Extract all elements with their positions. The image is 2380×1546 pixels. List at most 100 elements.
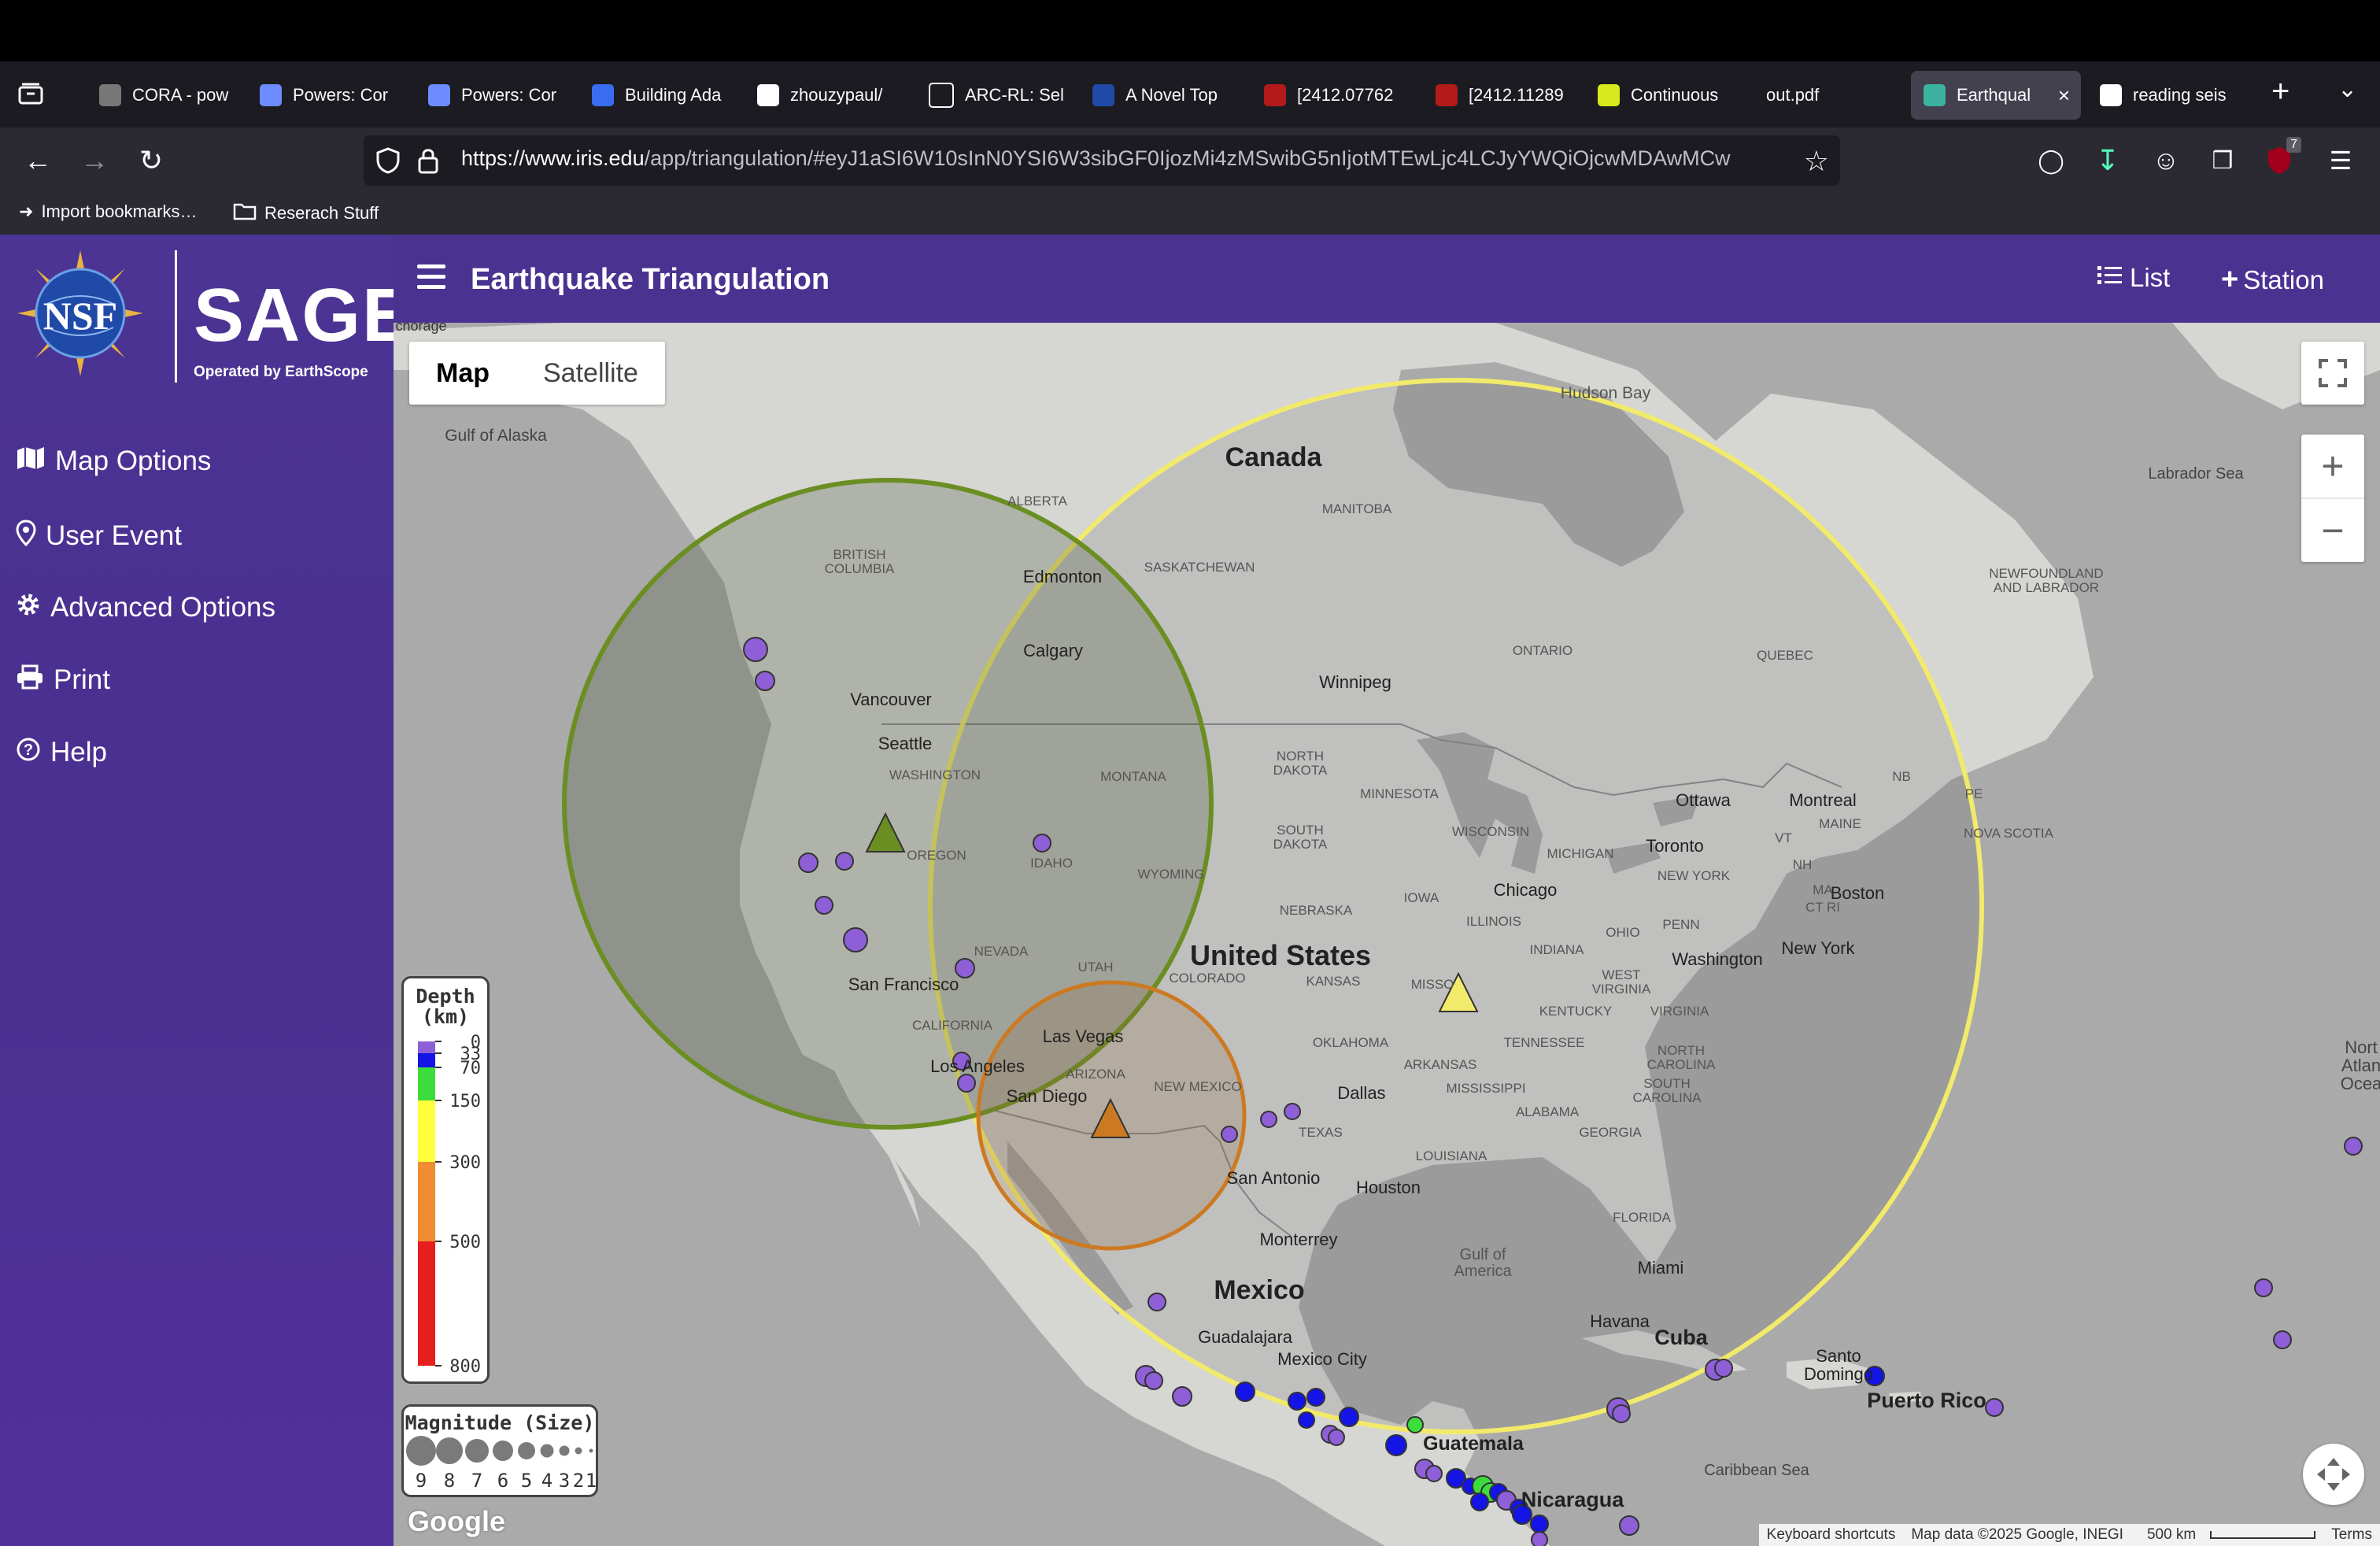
close-tab-icon[interactable]: × xyxy=(2058,83,2070,108)
event-marker[interactable] xyxy=(1385,1434,1407,1456)
event-marker[interactable] xyxy=(1144,1371,1163,1390)
tab-10[interactable]: out.pdf xyxy=(1766,71,1916,120)
event-marker[interactable] xyxy=(1284,1103,1301,1120)
event-marker[interactable] xyxy=(1033,834,1051,853)
map-type-control: Map Satellite xyxy=(409,342,665,405)
event-marker[interactable] xyxy=(1298,1411,1315,1429)
map-type-map-button[interactable]: Map xyxy=(409,342,516,405)
event-marker[interactable] xyxy=(1172,1386,1192,1407)
tab-7[interactable]: [2412.07762 xyxy=(1264,71,1414,120)
url-bar[interactable]: https://www.iris.edu/app/triangulation/#… xyxy=(364,135,1840,186)
reload-icon[interactable]: ↻ xyxy=(132,142,170,179)
sidebar-item-label: Print xyxy=(54,664,110,695)
google-logo[interactable]: Google xyxy=(408,1505,505,1538)
new-tab-icon[interactable]: + xyxy=(2271,74,2289,109)
event-marker[interactable] xyxy=(1530,1515,1549,1533)
event-marker[interactable] xyxy=(1470,1492,1489,1511)
hamburger-menu-icon[interactable] xyxy=(417,264,445,295)
event-marker[interactable] xyxy=(1612,1404,1631,1423)
import-bookmarks-link[interactable]: ➜ Import bookmarks… xyxy=(19,202,198,222)
extensions-icon[interactable]: ❒ xyxy=(2204,142,2241,179)
map-label-new-york-st: NEW YORK xyxy=(1658,868,1731,883)
tab-2[interactable]: Powers: Cor xyxy=(428,71,578,120)
tab-8[interactable]: [2412.11289 xyxy=(1436,71,1585,120)
forward-icon[interactable]: → xyxy=(76,142,113,179)
event-marker[interactable] xyxy=(957,1074,976,1093)
event-marker[interactable] xyxy=(2344,1137,2363,1156)
event-marker[interactable] xyxy=(815,896,833,915)
tab-5[interactable]: ARC-RL: Sel xyxy=(929,71,1078,120)
keyboard-shortcuts-link[interactable]: Keyboard shortcuts xyxy=(1759,1526,1904,1544)
scale-bar[interactable]: 500 km xyxy=(2131,1526,2323,1544)
tab-0[interactable]: CORA - pow xyxy=(99,71,249,120)
shield-icon[interactable] xyxy=(375,146,401,179)
tab-6[interactable]: A Novel Top xyxy=(1092,71,1242,120)
tab-11[interactable]: Earthqual × xyxy=(1911,71,2081,120)
map-label-miami: Miami xyxy=(1638,1258,1684,1278)
event-marker[interactable] xyxy=(843,927,868,952)
event-marker[interactable] xyxy=(1425,1465,1443,1482)
camera-control-button[interactable] xyxy=(2303,1444,2364,1505)
event-marker[interactable] xyxy=(1714,1359,1733,1378)
map-canvas[interactable]: Canada United States Mexico Cuba Guatemala Ni… xyxy=(394,323,2380,1546)
sidebar-item-help[interactable]: ? Help xyxy=(16,737,107,768)
tab-4[interactable]: zhouzypaul/ xyxy=(757,71,907,120)
event-marker[interactable] xyxy=(1306,1388,1325,1407)
ublock-icon[interactable]: 7 xyxy=(2260,137,2301,179)
account-icon[interactable]: ☺ xyxy=(2147,142,2185,179)
tab-label: out.pdf xyxy=(1766,85,1820,105)
event-marker[interactable] xyxy=(1531,1531,1548,1546)
url-text[interactable]: https://www.iris.edu/app/triangulation/#… xyxy=(461,146,1776,171)
fullscreen-button[interactable] xyxy=(2301,342,2364,405)
event-marker[interactable] xyxy=(755,671,775,691)
tab-9[interactable]: Continuous xyxy=(1598,71,1747,120)
map-svg[interactable]: Canada United States Mexico Cuba Guatemala Ni… xyxy=(394,323,2380,1546)
back-icon[interactable]: ← xyxy=(19,142,57,179)
lock-icon[interactable] xyxy=(417,146,439,179)
map-label-us: United States xyxy=(1190,939,1371,971)
sidebar-item-user-event[interactable]: User Event xyxy=(16,520,182,553)
app-menu-icon[interactable]: ☰ xyxy=(2322,142,2360,179)
pocket-icon[interactable]: ◯ xyxy=(2032,142,2070,179)
map-label-tennessee: TENNESSEE xyxy=(1504,1035,1585,1050)
event-marker[interactable] xyxy=(2254,1278,2273,1297)
map-label-british-columbia: BRITISH COLUMBIA xyxy=(825,547,895,576)
map-label-guatemala: Guatemala xyxy=(1423,1433,1524,1455)
tab-overview-icon[interactable] xyxy=(17,80,44,113)
brand-title[interactable]: SAGE xyxy=(194,272,414,359)
zoom-in-button[interactable]: + xyxy=(2301,435,2364,499)
bookmark-folder-research[interactable]: Reserach Stuff xyxy=(233,202,379,225)
event-marker[interactable] xyxy=(743,637,768,662)
event-marker[interactable] xyxy=(1288,1392,1306,1411)
event-marker[interactable] xyxy=(1235,1381,1255,1402)
event-marker[interactable] xyxy=(835,852,854,871)
event-marker[interactable] xyxy=(1148,1293,1166,1311)
tab-list-chevron-icon[interactable]: ⌄ xyxy=(2338,76,2357,103)
event-marker[interactable] xyxy=(1619,1515,1639,1536)
zoom-out-button[interactable]: − xyxy=(2301,499,2364,562)
event-marker[interactable] xyxy=(798,853,819,873)
event-marker[interactable] xyxy=(1339,1407,1359,1427)
sidebar-item-advanced-options[interactable]: Advanced Options xyxy=(16,592,275,623)
event-marker[interactable] xyxy=(1328,1429,1345,1446)
tab-12[interactable]: reading seis xyxy=(2100,71,2249,120)
event-marker[interactable] xyxy=(1406,1416,1424,1433)
event-marker[interactable] xyxy=(1985,1398,2004,1417)
move-arrows-icon xyxy=(2317,1458,2350,1491)
downloads-icon[interactable]: ↧ xyxy=(2089,142,2127,179)
sidebar-item-map-options[interactable]: Map Options xyxy=(16,446,211,477)
event-marker[interactable] xyxy=(1221,1126,1238,1143)
nsf-logo[interactable]: NSF xyxy=(16,249,145,378)
event-marker[interactable] xyxy=(2273,1330,2292,1349)
tab-label: CORA - pow xyxy=(132,85,229,105)
sidebar-item-print[interactable]: Print xyxy=(16,664,110,696)
terms-link[interactable]: Terms xyxy=(2323,1526,2380,1544)
map-type-satellite-button[interactable]: Satellite xyxy=(516,342,665,405)
bookmark-star-icon[interactable]: ☆ xyxy=(1804,145,1829,178)
list-button[interactable]: List xyxy=(2097,263,2170,293)
map-label-mexico: Mexico xyxy=(1214,1275,1304,1305)
tab-1[interactable]: Powers: Cor xyxy=(260,71,409,120)
add-station-button[interactable]: + Station xyxy=(2221,263,2324,297)
tab-3[interactable]: Building Ada xyxy=(592,71,741,120)
event-marker[interactable] xyxy=(1260,1111,1277,1128)
